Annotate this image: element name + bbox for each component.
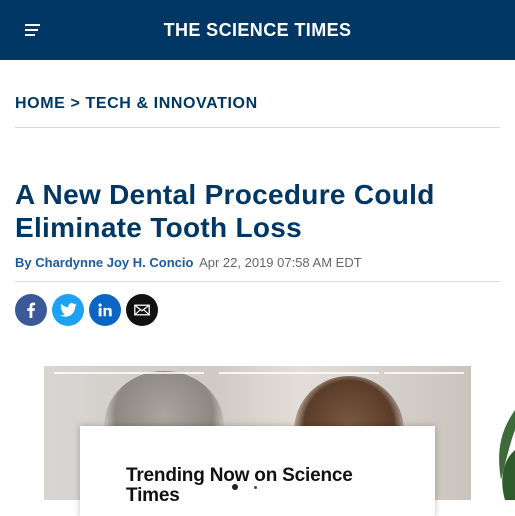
twitter-share-button[interactable] xyxy=(52,294,84,326)
site-logo[interactable]: THE SCIENCE TIMES xyxy=(0,20,515,41)
popup-title: Trending Now on Science Times xyxy=(126,465,353,506)
linkedin-share-button[interactable] xyxy=(89,294,121,326)
trending-popup: Trending Now on Science Times xyxy=(80,426,435,516)
email-share-button[interactable] xyxy=(126,294,158,326)
breadcrumb-separator: > xyxy=(70,95,81,112)
loading-dot xyxy=(232,484,238,490)
byline-by-label: By xyxy=(15,255,32,270)
twitter-icon xyxy=(59,303,77,317)
article-title: A New Dental Procedure Could Eliminate T… xyxy=(15,179,435,243)
byline: By Chardynne Joy H. Concio Apr 22, 2019 … xyxy=(15,255,362,270)
publish-date: Apr 22, 2019 07:58 AM EDT xyxy=(199,255,362,270)
breadcrumb-category-link[interactable]: TECH & INNOVATION xyxy=(85,95,257,112)
email-icon xyxy=(134,304,150,316)
breadcrumb: HOME > TECH & INNOVATION xyxy=(15,95,258,113)
facebook-share-button[interactable] xyxy=(15,294,47,326)
divider xyxy=(15,127,500,128)
site-header: THE SCIENCE TIMES xyxy=(0,0,515,60)
author-link[interactable]: Chardynne Joy H. Concio xyxy=(35,255,193,270)
linkedin-icon xyxy=(98,303,112,317)
divider xyxy=(15,281,500,282)
loading-dot xyxy=(254,486,257,489)
plant-leaf-decoration xyxy=(499,410,515,500)
facebook-icon xyxy=(27,302,36,318)
breadcrumb-home-link[interactable]: HOME xyxy=(15,95,65,112)
